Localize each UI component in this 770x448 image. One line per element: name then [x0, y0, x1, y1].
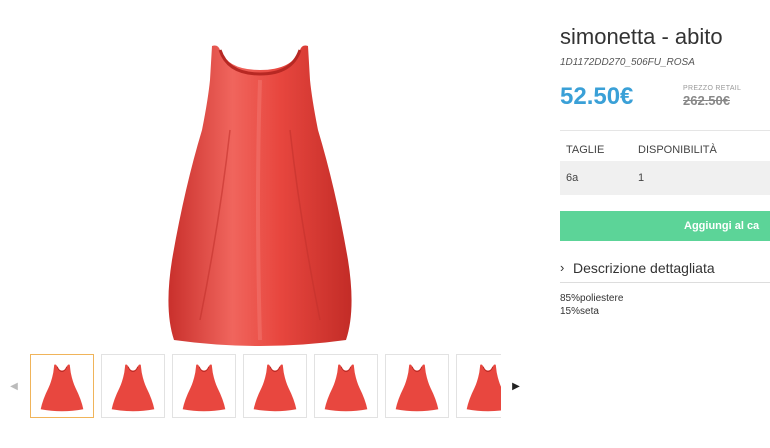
thumbnail-6[interactable]: [385, 354, 449, 418]
thumbnail-5[interactable]: [314, 354, 378, 418]
product-info-panel: simonetta - abito 1D1172DD270_506FU_ROSA…: [560, 0, 770, 448]
product-price: 52.50€: [560, 83, 634, 110]
composition-line: 85%poliestere: [560, 293, 624, 304]
divider: [560, 282, 770, 283]
size-value: 6a: [566, 172, 579, 184]
retail-price: 262.50€: [683, 93, 730, 108]
product-sku: 1D1172DD270_506FU_ROSA: [560, 57, 695, 68]
product-title: simonetta - abito: [560, 24, 723, 49]
thumbnail-7[interactable]: [456, 354, 501, 418]
retail-price-label: PREZZO RETAIL: [683, 85, 742, 92]
thumbnail-3[interactable]: [172, 354, 236, 418]
composition-line: 15%seta: [560, 306, 599, 317]
page-header-fragment: [0, 0, 60, 8]
thumbnail-track: [30, 350, 501, 425]
divider: [560, 130, 770, 131]
size-row[interactable]: 6a 1: [560, 161, 770, 195]
prev-thumbnail-arrow-icon[interactable]: ◀: [8, 380, 20, 394]
chevron-right-icon: ›: [560, 260, 565, 275]
product-main-image: [160, 40, 360, 350]
thumbnail-1[interactable]: [30, 354, 94, 418]
description-toggle[interactable]: › Descrizione dettagliata: [560, 258, 770, 282]
next-thumbnail-arrow-icon[interactable]: ▶: [510, 380, 522, 394]
add-to-cart-label: Aggiungi al ca: [684, 220, 760, 232]
add-to-cart-button[interactable]: Aggiungi al ca: [560, 211, 770, 241]
availability-value: 1: [638, 172, 645, 184]
description-toggle-label: Descrizione dettagliata: [573, 260, 715, 276]
thumbnail-gallery: ◀ ▶: [0, 350, 530, 425]
composition-text: 85%poliestere 15%seta: [560, 292, 623, 318]
thumbnail-4[interactable]: [243, 354, 307, 418]
thumbnail-2[interactable]: [101, 354, 165, 418]
size-column-header: TAGLIE: [566, 144, 605, 156]
dress-illustration: [168, 45, 352, 346]
availability-column-header: DISPONIBILITÀ: [638, 144, 717, 156]
size-table-header: TAGLIE DISPONIBILITÀ: [560, 138, 770, 160]
